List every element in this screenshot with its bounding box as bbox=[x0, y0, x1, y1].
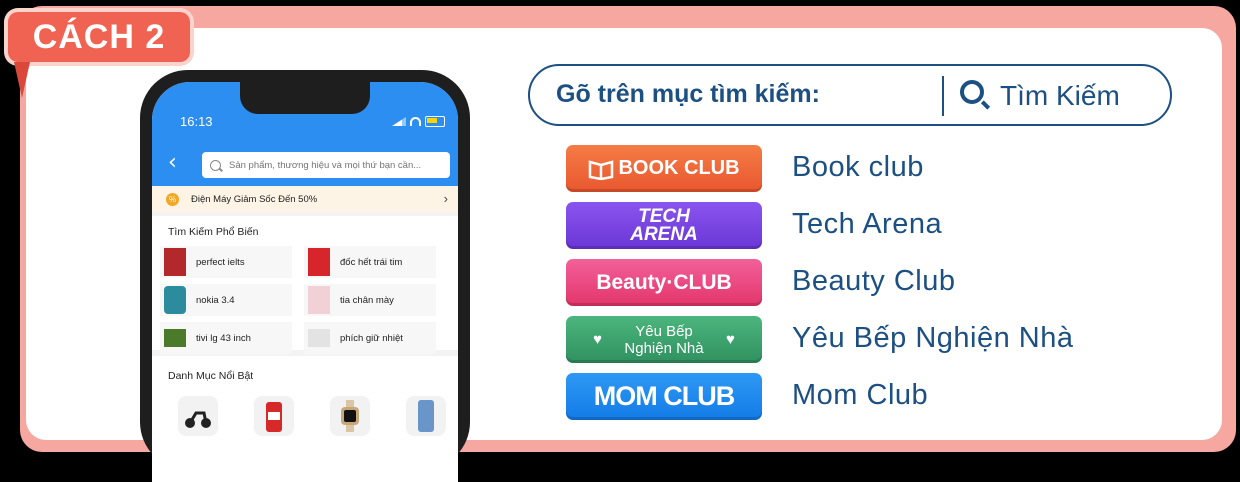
category-phone-icon[interactable] bbox=[406, 396, 446, 436]
system-icons bbox=[392, 116, 445, 127]
search-header: ‹ bbox=[152, 142, 458, 186]
battery-icon bbox=[425, 116, 445, 127]
popular-item-label: perfect ielts bbox=[196, 256, 245, 268]
popular-item-label: đốc hết trái tim bbox=[340, 256, 403, 268]
search-icon bbox=[960, 80, 984, 104]
search-instruction-pill: Gõ trên mục tìm kiếm: Tìm Kiếm bbox=[528, 64, 1172, 126]
category-milk-icon[interactable] bbox=[254, 396, 294, 436]
popular-item-label: nokia 3.4 bbox=[196, 294, 235, 306]
yeu-bep-logo[interactable]: ♥ Yêu Bếp Nghiện Nhà ♥ bbox=[566, 316, 762, 363]
popular-item-label: tivi lg 43 inch bbox=[196, 332, 251, 344]
percent-icon: % bbox=[166, 192, 179, 206]
popular-item[interactable]: phích giữ nhiệt bbox=[304, 322, 436, 354]
phone-mockup: 16:13 ‹ % Điện Máy Giảm Sốc Đến 50% › Tì… bbox=[140, 70, 470, 482]
club-name: Yêu Bếp Nghiện Nhà bbox=[792, 322, 1074, 354]
popular-item[interactable]: tivi lg 43 inch bbox=[160, 322, 292, 354]
logo-text: Beauty·CLUB bbox=[596, 270, 732, 294]
popular-title: Tìm Kiếm Phổ Biến bbox=[168, 226, 259, 238]
popular-item-label: tia chân mày bbox=[340, 294, 394, 306]
badge-ribbon-tail bbox=[14, 62, 30, 98]
popular-searches: Tìm Kiếm Phổ Biến perfect ielts đốc hết … bbox=[152, 216, 458, 354]
promo-banner[interactable]: % Điện Máy Giảm Sốc Đến 50% › bbox=[152, 186, 458, 212]
signal-icon bbox=[392, 117, 406, 126]
book-thumbnail bbox=[164, 248, 186, 276]
popular-item[interactable]: perfect ielts bbox=[160, 246, 292, 278]
promo-text: Điện Máy Giảm Sốc Đến 50% bbox=[191, 193, 318, 205]
brow-pencil-thumbnail bbox=[308, 286, 330, 314]
club-name: Mom Club bbox=[792, 379, 929, 411]
book-club-logo[interactable]: BOOK CLUB bbox=[566, 145, 762, 192]
popular-item-label: phích giữ nhiệt bbox=[340, 332, 403, 344]
open-book-icon bbox=[589, 159, 614, 180]
book-thumbnail bbox=[308, 248, 330, 276]
heart-icon: ♥ bbox=[593, 331, 602, 348]
instruction-label: Gõ trên mục tìm kiếm: bbox=[556, 80, 820, 108]
wifi-icon bbox=[410, 117, 421, 126]
logo-text: BOOK CLUB bbox=[618, 157, 740, 179]
search-icon bbox=[210, 159, 221, 171]
phone-thumbnail bbox=[164, 286, 186, 314]
logo-text: Yêu Bếp Nghiện Nhà bbox=[624, 322, 704, 357]
search-box[interactable] bbox=[202, 152, 450, 178]
heart-icon: ♥ bbox=[726, 331, 735, 348]
popular-item[interactable]: nokia 3.4 bbox=[160, 284, 292, 316]
popular-item[interactable]: tia chân mày bbox=[304, 284, 436, 316]
tech-arena-logo[interactable]: TECH ARENA bbox=[566, 202, 762, 249]
club-name: Tech Arena bbox=[792, 208, 943, 240]
beauty-club-logo[interactable]: Beauty·CLUB bbox=[566, 259, 762, 306]
logo-text: MOM CLUB bbox=[593, 381, 735, 411]
divider bbox=[942, 76, 944, 116]
phone-screen: 16:13 ‹ % Điện Máy Giảm Sốc Đến 50% › Tì… bbox=[152, 82, 458, 482]
club-name: Beauty Club bbox=[792, 265, 956, 297]
club-name: Book club bbox=[792, 151, 924, 183]
tv-thumbnail bbox=[164, 329, 186, 347]
search-keyword-text: Tìm Kiếm bbox=[1000, 80, 1120, 111]
logo-text: TECH ARENA bbox=[630, 205, 698, 245]
step-badge: CÁCH 2 bbox=[8, 12, 190, 62]
mom-club-logo[interactable]: MOM CLUB bbox=[566, 373, 762, 420]
status-time: 16:13 bbox=[180, 114, 213, 129]
search-input[interactable] bbox=[227, 158, 450, 172]
back-arrow-icon[interactable]: ‹ bbox=[168, 152, 177, 174]
chevron-right-icon: › bbox=[443, 191, 448, 206]
category-motorbike-icon[interactable] bbox=[178, 396, 218, 436]
phone-notch bbox=[240, 82, 370, 114]
image-placeholder-icon bbox=[308, 329, 330, 347]
category-watch-icon[interactable] bbox=[330, 396, 370, 436]
categories-title: Danh Mục Nổi Bật bbox=[168, 370, 254, 382]
popular-item[interactable]: đốc hết trái tim bbox=[304, 246, 436, 278]
featured-categories: Danh Mục Nổi Bật bbox=[152, 356, 458, 482]
